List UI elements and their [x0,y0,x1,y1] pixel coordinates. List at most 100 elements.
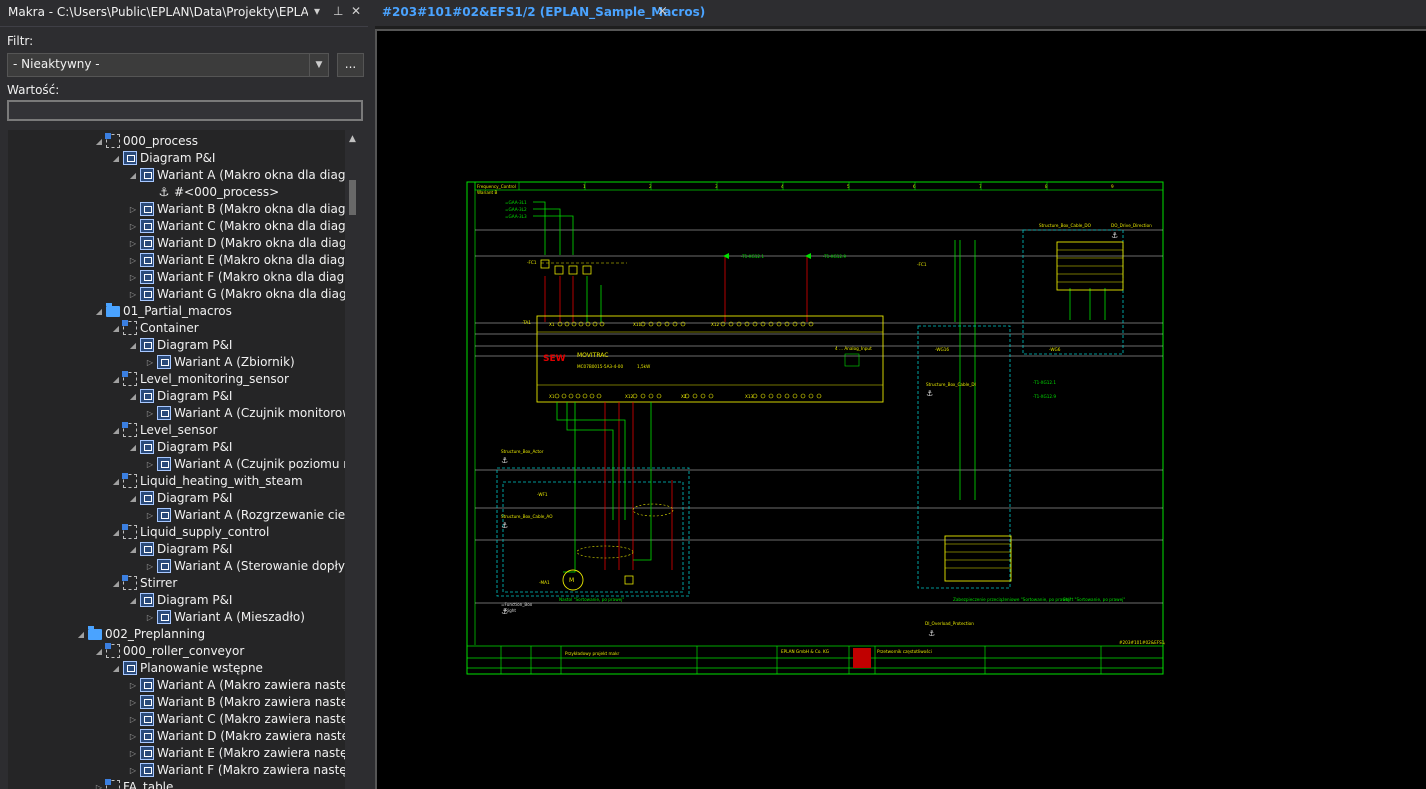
tree-item[interactable]: ◢ Level_monitoring_sensor [8,371,345,388]
collapsed-triangle-icon[interactable]: ▷ [128,252,138,269]
tree-item[interactable]: ◢ Liquid_heating_with_steam [8,473,345,490]
collapsed-triangle-icon[interactable]: ▷ [128,711,138,728]
tree-item[interactable]: ▷ Wariant A (Makro zawiera następując [8,677,345,694]
collapsed-triangle-icon[interactable]: ▷ [128,745,138,762]
tree-item[interactable]: ◢ Diagram P&I [8,337,345,354]
collapsed-triangle-icon[interactable]: ▷ [128,269,138,286]
expanded-triangle-icon[interactable]: ◢ [94,303,104,320]
collapsed-triangle-icon[interactable]: ▷ [94,779,104,789]
tree-item[interactable]: ▷ Wariant A (Rozgrzewanie cieczy pa [8,507,345,524]
tree-item[interactable]: ◢ 000_roller_conveyor [8,643,345,660]
collapsed-triangle-icon[interactable]: ▷ [145,507,155,524]
collapsed-triangle-icon[interactable]: ▷ [128,694,138,711]
tree-item[interactable]: ◢ 01_Partial_macros [8,303,345,320]
expanded-triangle-icon[interactable]: ◢ [111,150,121,167]
tree-item[interactable]: ▷ Wariant C (Makro okna dla diagramu [8,218,345,235]
collapsed-triangle-icon[interactable]: ▷ [145,609,155,626]
scroll-thumb[interactable] [349,180,356,215]
expanded-triangle-icon[interactable]: ◢ [128,337,138,354]
expanded-triangle-icon[interactable]: ◢ [111,660,121,677]
expanded-triangle-icon[interactable]: ◢ [128,439,138,456]
tree-item[interactable]: ◢ Level_sensor [8,422,345,439]
panel-menu-chevron-down-icon[interactable]: ▾ [314,4,320,18]
tree-item[interactable]: ▷ Wariant E (Makro zawiera następując [8,745,345,762]
filter-select[interactable]: - Nieaktywny - ▼ [7,53,329,77]
expanded-triangle-icon[interactable]: ◢ [76,626,86,643]
tree-item[interactable]: ◢ Diagram P&I [8,388,345,405]
tree-item[interactable]: ◢ Liquid_supply_control [8,524,345,541]
chevron-down-icon[interactable]: ▼ [309,54,328,76]
ma1-label: -MA1 [539,580,550,585]
tree-item[interactable]: ▷ Wariant B (Makro okna dla diagramu [8,201,345,218]
expanded-triangle-icon[interactable]: ◢ [111,422,121,439]
tree-item[interactable]: ▷ Wariant A (Czujnik poziomu napełn [8,456,345,473]
tree-item[interactable]: ⚓ #<000_process> [8,184,345,201]
expanded-triangle-icon[interactable]: ◢ [111,473,121,490]
tree-item[interactable]: ▷ Wariant D (Makro zawiera następując [8,728,345,745]
expanded-triangle-icon[interactable]: ◢ [128,388,138,405]
tree-item[interactable]: ▷ Wariant B (Makro zawiera następując [8,694,345,711]
green-wires [586,240,1106,500]
filter-more-button[interactable]: ... [337,53,364,77]
do-module-lines [1057,249,1123,283]
expanded-triangle-icon[interactable]: ◢ [111,524,121,541]
tree-item[interactable]: ◢ Wariant A (Makro okna dla diagramu [8,167,345,184]
scroll-up-icon[interactable]: ▲ [349,134,356,144]
collapsed-triangle-icon[interactable]: ▷ [128,762,138,779]
close-icon[interactable]: ✕ [351,4,361,18]
tree-item[interactable]: ◢ Diagram P&I [8,490,345,507]
tree-scrollbar[interactable]: ▲ [345,130,361,789]
pin-icon[interactable]: ⊥ [333,4,343,18]
tab-macro-page[interactable]: #203#101#02&EFS1/2 (EPLAN_Sample_Macros)… [375,0,705,26]
tree-item[interactable]: ◢ 002_Preplanning [8,626,345,643]
tree-item[interactable]: ◢ Container [8,320,345,337]
tree-item[interactable]: ▷ Wariant A (Mieszadło) [8,609,345,626]
x2-label: X2 [681,394,687,399]
value-input[interactable] [7,100,363,121]
tree-item[interactable]: ▷ Wariant G (Makro okna dla diagramu [8,286,345,303]
ta1-label: -TA1 [522,320,531,325]
expanded-triangle-icon[interactable]: ◢ [128,592,138,609]
collapsed-triangle-icon[interactable]: ▷ [128,235,138,252]
expanded-triangle-icon[interactable]: ◢ [128,490,138,507]
panel-splitter[interactable] [368,0,375,789]
tree-item[interactable]: ◢ 000_process [8,133,345,150]
collapsed-triangle-icon[interactable]: ▷ [128,218,138,235]
collapsed-triangle-icon[interactable]: ▷ [145,405,155,422]
tree-item[interactable]: ▷ FA_table [8,779,345,789]
tree-item[interactable]: ▷ Wariant A (Zbiornik) [8,354,345,371]
tree-item[interactable]: ◢ Diagram P&I [8,541,345,558]
page-icon [140,712,154,726]
expanded-triangle-icon[interactable]: ◢ [111,575,121,592]
tree-item[interactable]: ◢ Diagram P&I [8,592,345,609]
expanded-triangle-icon[interactable]: ◢ [94,133,104,150]
structure-icon [105,643,120,658]
expanded-triangle-icon[interactable]: ◢ [128,167,138,184]
collapsed-triangle-icon[interactable]: ▷ [145,558,155,575]
collapsed-triangle-icon[interactable]: ▷ [128,201,138,218]
tree-item[interactable]: ◢ Planowanie wstępne [8,660,345,677]
expanded-triangle-icon[interactable]: ◢ [111,371,121,388]
collapsed-triangle-icon[interactable]: ▷ [128,677,138,694]
tree-item[interactable]: ◢ Stirrer [8,575,345,592]
tab-close-icon[interactable]: × [657,4,668,19]
tree-item[interactable]: ▷ Wariant C (Makro zawiera następując [8,711,345,728]
tree-item[interactable]: ◢ Diagram P&I [8,439,345,456]
tree-item[interactable]: ▷ Wariant F (Makro zawiera następując [8,762,345,779]
tree-item[interactable]: ▷ Wariant A (Sterowanie dopływem [8,558,345,575]
tree-item[interactable]: ▷ Wariant E (Makro okna dla diagramu [8,252,345,269]
tree-item[interactable]: ▷ Wariant F (Makro okna dla diagramu [8,269,345,286]
collapsed-triangle-icon[interactable]: ▷ [128,286,138,303]
expanded-triangle-icon[interactable]: ◢ [128,541,138,558]
expanded-triangle-icon[interactable]: ◢ [111,320,121,337]
struct-do-label: Structure_Box_Cable_DO [1039,223,1092,228]
collapsed-triangle-icon[interactable]: ▷ [128,728,138,745]
macro-tree[interactable]: ◢ 000_process ◢ Diagram P&I ◢ Wariant A (Makr… [8,130,345,789]
collapsed-triangle-icon[interactable]: ▷ [145,354,155,371]
collapsed-triangle-icon[interactable]: ▷ [145,456,155,473]
filter-select-value: - Nieaktywny - [13,57,100,71]
tree-item[interactable]: ▷ Wariant D (Makro okna dla diagramu [8,235,345,252]
tree-item[interactable]: ▷ Wariant A (Czujnik monitorowania [8,405,345,422]
expanded-triangle-icon[interactable]: ◢ [94,643,104,660]
tree-item[interactable]: ◢ Diagram P&I [8,150,345,167]
